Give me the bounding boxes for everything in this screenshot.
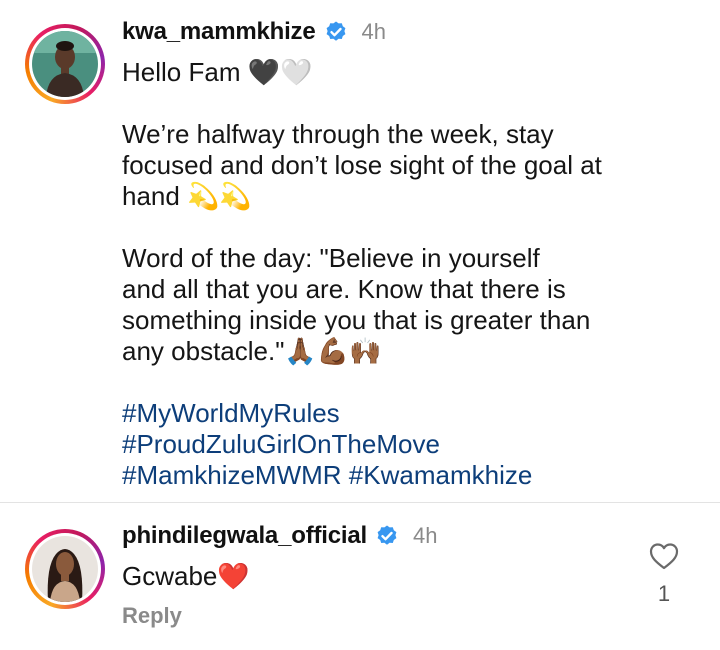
avatar-photo — [32, 31, 98, 97]
hashtag-link[interactable]: #MamkhizeMWMR #Kwamamkhize — [122, 460, 682, 491]
post-paragraph-2: Word of the day: "Believe in yourself an… — [122, 243, 591, 366]
avatar-photo — [32, 536, 98, 602]
post-timestamp: 4h — [361, 19, 386, 44]
post-caption: Hello Fam 🖤🤍 We’re halfway through the w… — [122, 57, 682, 491]
post-author-avatar[interactable] — [25, 24, 105, 104]
post-username[interactable]: kwa_mammkhize — [122, 18, 316, 46]
like-count: 1 — [657, 581, 671, 606]
comment: phindilegwala_official 4h Gcwabe❤️ Reply… — [0, 503, 720, 650]
post-paragraph-1: We’re halfway through the week, stay foc… — [122, 119, 602, 211]
heart-outline-icon[interactable] — [648, 541, 680, 571]
comment-author-avatar[interactable] — [25, 529, 105, 609]
hashtag-link[interactable]: #ProudZuluGirlOnTheMove — [122, 429, 682, 460]
post-hashtags: #MyWorldMyRules #ProudZuluGirlOnTheMove … — [122, 398, 682, 491]
comment-text: Gcwabe❤️ — [122, 561, 250, 591]
comment-header: phindilegwala_official 4h — [122, 520, 437, 552]
verified-badge-icon — [377, 525, 397, 545]
verified-badge-icon — [326, 21, 345, 41]
post-greeting: Hello Fam 🖤🤍 — [122, 57, 313, 87]
reply-button[interactable]: Reply — [122, 603, 182, 629]
comment-timestamp: 4h — [412, 523, 438, 548]
hashtag-link[interactable]: #MyWorldMyRules — [122, 398, 682, 429]
post-header: kwa_mammkhize 4h — [122, 16, 386, 48]
post: kwa_mammkhize 4h Hello Fam 🖤🤍 We’re half… — [0, 0, 720, 502]
comment-username[interactable]: phindilegwala_official — [122, 522, 367, 550]
